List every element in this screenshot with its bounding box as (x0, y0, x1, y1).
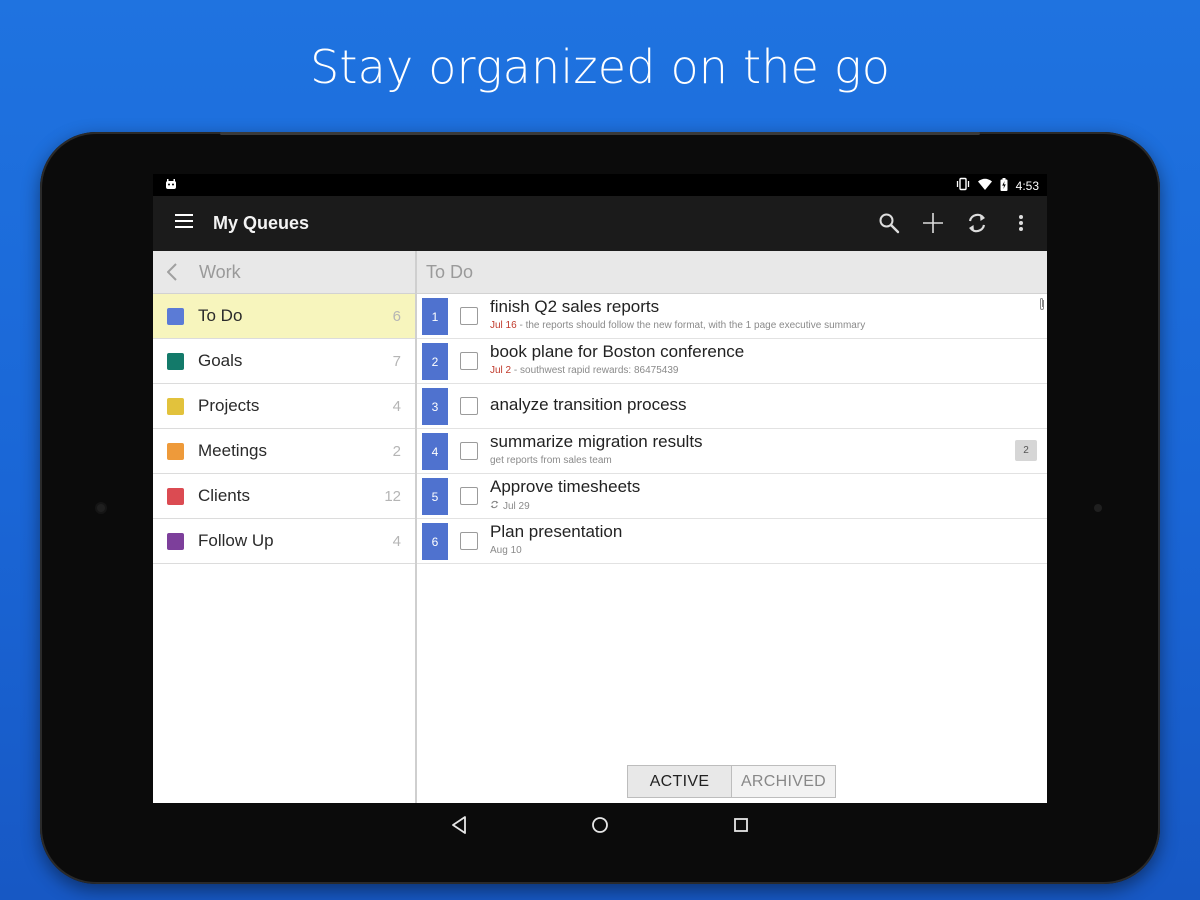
queue-count: 4 (392, 397, 401, 415)
task-title: book plane for Boston conference (490, 342, 745, 361)
queue-list-pane: Work To Do 6 Goals 7 Projects 4 Meetings… (153, 251, 417, 803)
queue-name: Meetings (198, 441, 267, 460)
task-row[interactable]: 6 Plan presentation Aug 10 (417, 519, 1047, 564)
task-priority-number: 1 (422, 298, 448, 335)
task-due-date: Jul 29 (503, 501, 530, 512)
back-chevron-icon[interactable] (167, 263, 185, 281)
queue-color-swatch (167, 487, 184, 505)
app-screen: 4:53 My Queues Work To Do 6 Goals 7 Proj… (153, 174, 1047, 803)
task-title: summarize migration results (490, 432, 703, 451)
app-title: My Queues (213, 213, 310, 233)
add-icon[interactable] (921, 210, 945, 236)
back-nav-icon[interactable] (447, 813, 471, 837)
queue-color-swatch (167, 442, 184, 460)
task-priority-number: 4 (422, 433, 448, 470)
task-note: get reports from sales team (490, 455, 612, 466)
subtask-count-badge[interactable]: 2 (1015, 440, 1037, 461)
app-bar: My Queues (153, 196, 1047, 251)
queue-name: To Do (198, 306, 243, 325)
task-row[interactable]: 3 analyze transition process (417, 384, 1047, 429)
task-priority-number: 5 (422, 478, 448, 515)
task-checkbox[interactable] (460, 307, 478, 325)
task-checkbox[interactable] (460, 352, 478, 370)
task-title: analyze transition process (490, 395, 687, 414)
task-priority-number: 2 (422, 343, 448, 380)
task-due-date: Jul 2 (490, 365, 512, 376)
task-details: Jul 2 - southwest rapid rewards: 8647543… (490, 365, 678, 376)
hamburger-menu-icon[interactable] (175, 214, 193, 233)
queue-name: Projects (198, 396, 260, 415)
vibrate-icon (956, 177, 970, 194)
task-row[interactable]: 1 finish Q2 sales reports Jul 16 - the r… (417, 294, 1047, 339)
front-camera (97, 504, 105, 512)
task-priority-number: 3 (422, 388, 448, 425)
queue-color-swatch (167, 532, 184, 550)
queue-name: Goals (198, 351, 243, 370)
task-checkbox[interactable] (460, 442, 478, 460)
task-checkbox[interactable] (460, 487, 478, 505)
paperclip-icon (1039, 297, 1045, 316)
task-row[interactable]: 5 Approve timesheets Jul 29 (417, 474, 1047, 519)
queue-item-projects[interactable]: Projects 4 (153, 384, 415, 429)
queue-group-title: Work (199, 261, 241, 282)
active-archived-toggle: ACTIVE ARCHIVED (627, 765, 836, 798)
overflow-menu-icon[interactable] (1009, 210, 1033, 236)
task-title: Plan presentation (490, 522, 623, 541)
queue-color-swatch (167, 352, 184, 370)
task-due-date: Jul 16 (490, 320, 517, 331)
task-list-title: To Do (426, 261, 474, 282)
task-list-pane: To Do 1 finish Q2 sales reports Jul 16 -… (417, 251, 1047, 803)
task-details: Jul 29 (490, 500, 530, 512)
queue-count: 7 (392, 352, 401, 370)
queue-color-swatch (167, 397, 184, 415)
android-notification-icon (165, 178, 177, 193)
search-icon[interactable] (877, 210, 901, 236)
task-row[interactable]: 4 summarize migration results get report… (417, 429, 1047, 474)
task-due-date: Aug 10 (490, 545, 522, 556)
queue-item-clients[interactable]: Clients 12 (153, 474, 415, 519)
task-title: Approve timesheets (490, 477, 641, 496)
queue-count: 2 (392, 442, 401, 460)
recents-nav-icon[interactable] (729, 813, 753, 837)
queue-item-meetings[interactable]: Meetings 2 (153, 429, 415, 474)
queue-item-goals[interactable]: Goals 7 (153, 339, 415, 384)
headline: Stay organized on the go (309, 40, 891, 94)
task-priority-number: 6 (422, 523, 448, 560)
home-nav-icon[interactable] (588, 813, 612, 837)
task-list-header: To Do (417, 251, 1047, 294)
sync-icon[interactable] (965, 210, 989, 236)
wifi-icon (977, 178, 992, 193)
queue-color-swatch (167, 307, 184, 325)
queue-count: 6 (392, 307, 401, 325)
queue-count: 12 (384, 487, 401, 505)
queue-name: Follow Up (198, 531, 274, 550)
queue-item-follow-up[interactable]: Follow Up 4 (153, 519, 415, 564)
repeat-icon (490, 500, 499, 512)
task-details: Jul 16 - the reports should follow the n… (490, 320, 865, 331)
status-bar: 4:53 (153, 174, 1047, 196)
task-note: - southwest rapid rewards: 86475439 (511, 365, 679, 376)
clock: 4:53 (1015, 178, 1039, 193)
tablet-top-edge (220, 132, 980, 135)
task-row[interactable]: 2 book plane for Boston conference Jul 2… (417, 339, 1047, 384)
queue-name: Clients (198, 486, 250, 505)
active-tab[interactable]: ACTIVE (628, 766, 732, 797)
queue-group-header[interactable]: Work (153, 251, 415, 294)
android-navigation-bar (153, 803, 1047, 845)
task-checkbox[interactable] (460, 397, 478, 415)
task-title: finish Q2 sales reports (490, 297, 660, 316)
battery-charging-icon (1000, 177, 1008, 194)
queue-count: 4 (392, 532, 401, 550)
task-note: - the reports should follow the new form… (516, 320, 866, 331)
archived-tab[interactable]: ARCHIVED (732, 766, 835, 797)
queue-item-to-do[interactable]: To Do 6 (153, 294, 415, 339)
task-checkbox[interactable] (460, 532, 478, 550)
sensor (1094, 504, 1102, 512)
